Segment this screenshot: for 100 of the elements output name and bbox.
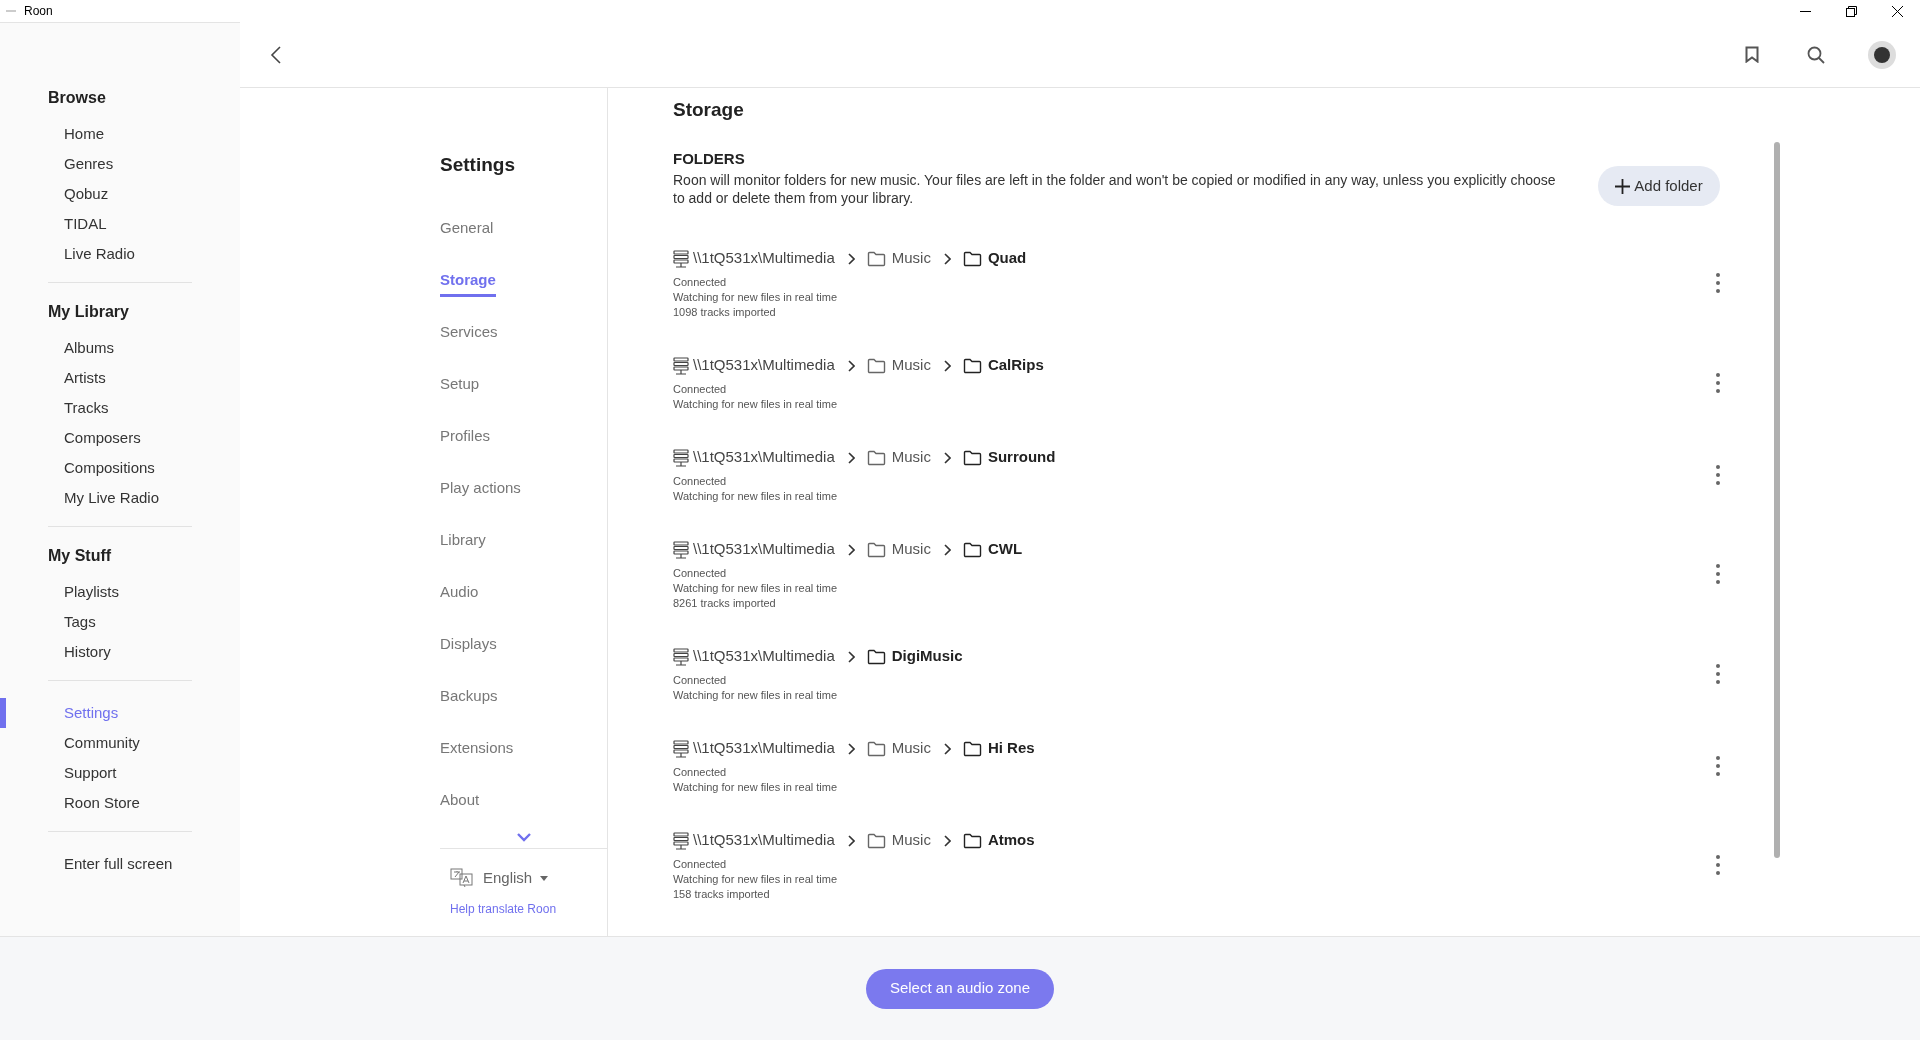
caret-icon xyxy=(540,875,549,881)
sidebar-item[interactable]: Live Radio xyxy=(64,242,135,266)
settings-tab[interactable]: About xyxy=(440,789,480,817)
sidebar-item[interactable]: TIDAL xyxy=(64,212,107,236)
current-folder-name: CWL xyxy=(987,539,1023,560)
profile-avatar[interactable] xyxy=(1868,40,1896,69)
folder-icon xyxy=(866,832,886,849)
folder-icon xyxy=(866,357,886,374)
server-icon xyxy=(673,831,689,850)
sidebar-item[interactable]: Home xyxy=(64,122,104,146)
folder-icon xyxy=(866,740,886,757)
folder-status: Connected xyxy=(673,473,727,489)
folder-status: Connected xyxy=(673,764,727,780)
bookmark-icon xyxy=(1745,46,1759,63)
settings-tab[interactable]: Setup xyxy=(440,373,480,401)
folder-name[interactable]: Music xyxy=(891,446,931,469)
language-selector[interactable]: English xyxy=(450,867,549,890)
current-folder-name: DigiMusic xyxy=(891,646,963,667)
folder-icon xyxy=(866,250,886,267)
folder-status: Watching for new files in real time xyxy=(673,488,838,504)
sidebar-item[interactable]: Community xyxy=(64,731,140,755)
folder-name[interactable]: Music xyxy=(891,737,931,760)
sidebar-item[interactable]: Compositions xyxy=(64,456,155,480)
settings-tab[interactable]: Backups xyxy=(440,685,498,713)
sidebar-item[interactable]: Qobuz xyxy=(64,182,109,206)
server-path: \\1tQ531x\Multimedia xyxy=(693,646,835,667)
chevron-right-icon xyxy=(942,742,951,755)
settings-tab[interactable]: General xyxy=(440,217,494,245)
settings-tab[interactable]: Audio xyxy=(440,581,479,609)
chevron-right-icon xyxy=(942,451,951,464)
select-zone-button[interactable]: Select an audio zone xyxy=(865,968,1055,1009)
sidebar-item[interactable]: Albums xyxy=(64,336,115,360)
search-icon xyxy=(1807,45,1825,64)
help-translate-link[interactable]: Help translate Roon xyxy=(450,899,607,918)
chevron-right-icon xyxy=(846,359,855,372)
sidebar-item[interactable]: Settings xyxy=(64,701,119,725)
sidebar-item[interactable]: Composers xyxy=(64,426,141,450)
sidebar-item[interactable]: Support xyxy=(64,761,117,785)
selection-indicator xyxy=(0,698,6,728)
server-icon xyxy=(673,540,689,559)
settings-tab[interactable]: Services xyxy=(440,321,498,349)
folder-status: Watching for new files in real time xyxy=(673,687,838,703)
section-description: Roon will monitor folders for new music. Your files are left in the folder and won't be copied or modified in any way, unless you explicitly choose to add or delete them from your library. xyxy=(673,170,1557,207)
folder-status: Watching for new files in real time xyxy=(673,580,838,596)
current-folder-name: Quad xyxy=(987,248,1027,269)
settings-tab[interactable]: Profiles xyxy=(440,425,491,453)
sidebar-item[interactable]: Playlists xyxy=(64,580,119,604)
server-path: \\1tQ531x\Multimedia xyxy=(693,738,835,759)
add-folder-button[interactable]: Add folder xyxy=(1598,166,1720,206)
current-folder-name: CalRips xyxy=(987,355,1044,376)
current-folder-name: Hi Res xyxy=(987,738,1035,759)
close-icon xyxy=(1891,5,1903,17)
folder-name[interactable]: Music xyxy=(891,829,931,852)
folder-icon xyxy=(962,832,982,849)
sidebar-item[interactable]: Artists xyxy=(64,366,106,390)
settings-tab[interactable]: Play actions xyxy=(440,477,521,505)
sidebar-item[interactable]: Genres xyxy=(64,152,114,176)
folder-status: Connected xyxy=(673,672,727,688)
server-icon xyxy=(673,739,689,758)
folder-icon xyxy=(866,541,886,558)
back-icon xyxy=(270,45,282,64)
settings-tab[interactable]: Displays xyxy=(440,633,497,661)
chevron-right-icon xyxy=(846,252,855,265)
folder-status: Connected xyxy=(673,274,727,290)
folder-status: Connected xyxy=(673,856,727,872)
folder-icon xyxy=(962,449,982,466)
folder-status: Watching for new files in real time xyxy=(673,289,838,305)
chevron-right-icon xyxy=(942,252,951,265)
folder-status: Connected xyxy=(673,565,727,581)
server-path: \\1tQ531x\Multimedia xyxy=(693,830,835,851)
folder-status: Watching for new files in real time xyxy=(673,396,838,412)
folder-status: Watching for new files in real time xyxy=(673,779,838,795)
server-path: \\1tQ531x\Multimedia xyxy=(693,248,835,269)
sidebar-item[interactable]: Enter full screen xyxy=(64,852,173,876)
folder-name[interactable]: Music xyxy=(891,538,931,561)
chevron-right-icon xyxy=(846,834,855,847)
folder-icon xyxy=(962,357,982,374)
settings-tab[interactable]: Storage xyxy=(440,269,496,297)
folder-status: 8261 tracks imported xyxy=(673,595,776,611)
window-title: Roon xyxy=(24,3,53,20)
sidebar-item[interactable]: Tags xyxy=(64,610,96,634)
chevron-right-icon xyxy=(846,451,855,464)
translate-icon xyxy=(450,868,475,889)
chevron-right-icon xyxy=(942,359,951,372)
folder-icon xyxy=(962,740,982,757)
scrollbar[interactable] xyxy=(1774,142,1780,858)
sidebar-item[interactable]: My Live Radio xyxy=(64,486,160,510)
sidebar-item[interactable]: History xyxy=(64,640,111,664)
sidebar-item[interactable]: Roon Store xyxy=(64,791,140,815)
settings-tab[interactable]: Library xyxy=(440,529,486,557)
sidebar-heading: Browse xyxy=(48,88,107,108)
folder-icon xyxy=(962,250,982,267)
restore-icon xyxy=(1845,5,1857,17)
current-folder-name: Surround xyxy=(987,447,1056,468)
settings-tab[interactable]: Extensions xyxy=(440,737,514,765)
folder-name[interactable]: Music xyxy=(891,247,931,270)
current-folder-name: Atmos xyxy=(987,830,1035,851)
folder-name[interactable]: Music xyxy=(891,354,931,377)
sidebar-item[interactable]: Tracks xyxy=(64,396,109,420)
chevron-down-icon[interactable] xyxy=(516,833,531,842)
